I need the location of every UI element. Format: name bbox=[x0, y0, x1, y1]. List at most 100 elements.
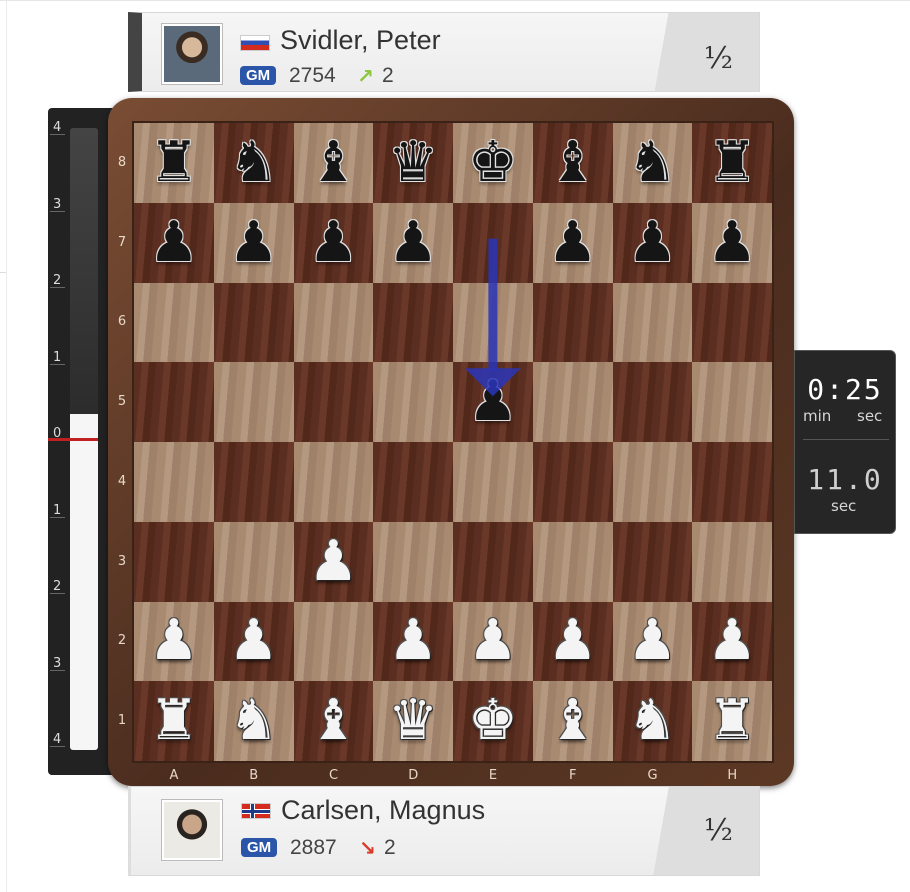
square-c4[interactable] bbox=[293, 442, 374, 522]
evaluation-scale-label: 3 bbox=[53, 196, 62, 212]
white-bishop-c1[interactable]: ♝ bbox=[294, 681, 374, 761]
square-d6[interactable] bbox=[373, 282, 453, 363]
file-label: E bbox=[488, 768, 498, 783]
black-pawn-c7[interactable]: ♟ bbox=[294, 203, 374, 283]
square-d4[interactable] bbox=[373, 442, 453, 522]
white-knight-b1[interactable]: ♞ bbox=[214, 681, 294, 761]
square-f3[interactable] bbox=[532, 521, 613, 602]
square-b5[interactable] bbox=[213, 362, 294, 442]
square-h6[interactable] bbox=[692, 282, 772, 363]
square-e6[interactable] bbox=[453, 282, 533, 363]
square-a6[interactable] bbox=[134, 282, 214, 363]
black-pawn-e5[interactable]: ♟ bbox=[453, 362, 533, 442]
evaluation-scale-label: 1 bbox=[53, 502, 62, 518]
black-pawn-d7[interactable]: ♟ bbox=[373, 203, 453, 283]
rating-down-arrow-icon: ↘ bbox=[359, 836, 376, 860]
rating-up-arrow-icon: ↗ bbox=[357, 64, 374, 88]
black-rook-h8[interactable]: ♜ bbox=[692, 123, 772, 203]
clock-main-time: 0:25 bbox=[807, 373, 883, 406]
game-clock: 0:25 min sec 11.0 sec bbox=[794, 350, 896, 534]
white-knight-g1[interactable]: ♞ bbox=[613, 681, 693, 761]
evaluation-white-fill bbox=[70, 414, 98, 750]
white-bishop-f1[interactable]: ♝ bbox=[533, 681, 613, 761]
bottom-player-title-badge: GM bbox=[241, 838, 278, 857]
white-rook-h1[interactable]: ♜ bbox=[692, 681, 772, 761]
black-pawn-b7[interactable]: ♟ bbox=[214, 203, 294, 283]
square-g4[interactable] bbox=[612, 442, 693, 522]
square-f4[interactable] bbox=[532, 442, 613, 522]
black-rook-a8[interactable]: ♜ bbox=[134, 123, 214, 203]
square-c6[interactable] bbox=[293, 282, 374, 363]
white-pawn-a2[interactable]: ♟ bbox=[134, 602, 214, 682]
black-queen-d8[interactable]: ♛ bbox=[373, 123, 453, 203]
black-bishop-c8[interactable]: ♝ bbox=[294, 123, 374, 203]
rank-label: 4 bbox=[117, 473, 127, 489]
square-d5[interactable] bbox=[373, 362, 453, 442]
white-pawn-g2[interactable]: ♟ bbox=[613, 602, 693, 682]
square-g6[interactable] bbox=[612, 282, 693, 363]
white-rook-a1[interactable]: ♜ bbox=[134, 681, 214, 761]
square-e7[interactable] bbox=[453, 202, 533, 283]
white-king-e1[interactable]: ♚ bbox=[453, 681, 533, 761]
square-b4[interactable] bbox=[213, 442, 294, 522]
black-knight-b8[interactable]: ♞ bbox=[214, 123, 294, 203]
white-pawn-c3[interactable]: ♟ bbox=[294, 522, 374, 602]
white-pawn-h2[interactable]: ♟ bbox=[692, 602, 772, 682]
russia-flag-icon bbox=[240, 35, 270, 51]
black-pawn-f7[interactable]: ♟ bbox=[533, 203, 613, 283]
square-d3[interactable] bbox=[373, 521, 453, 602]
square-a4[interactable] bbox=[134, 442, 214, 522]
square-g5[interactable] bbox=[612, 362, 693, 442]
square-c5[interactable] bbox=[293, 362, 374, 442]
svidler-avatar[interactable] bbox=[161, 23, 223, 85]
chess-board-frame: 87654321ABCDEFGH ♜ ♞ ♝ ♛ ♚ ♝ ♞ ♜ ♟ ♟ ♟ ♟ ♟ ♟ ♟ ♟ ♟ ♟ ♟ ♟ ♟ ♟ ♟… bbox=[108, 98, 794, 786]
evaluation-scale-tick bbox=[50, 593, 65, 594]
black-pawn-a7[interactable]: ♟ bbox=[134, 203, 214, 283]
carlsen-avatar[interactable] bbox=[161, 799, 223, 861]
square-f5[interactable] bbox=[532, 362, 613, 442]
white-pawn-d2[interactable]: ♟ bbox=[373, 602, 453, 682]
rank-label: 7 bbox=[117, 234, 127, 250]
square-f6[interactable] bbox=[532, 282, 613, 363]
left-divider bbox=[6, 0, 7, 892]
square-a5[interactable] bbox=[134, 362, 214, 442]
file-label: B bbox=[249, 768, 259, 783]
evaluation-black-fill bbox=[70, 128, 98, 415]
evaluation-scale-tick bbox=[50, 516, 65, 518]
clock-unit-min: min bbox=[803, 407, 832, 425]
evaluation-scale-tick bbox=[50, 134, 65, 135]
square-e3[interactable] bbox=[453, 521, 533, 602]
evaluation-scale-tick bbox=[50, 210, 65, 212]
black-pawn-g7[interactable]: ♟ bbox=[613, 203, 693, 283]
square-h5[interactable] bbox=[692, 362, 772, 442]
black-bishop-f8[interactable]: ♝ bbox=[533, 123, 613, 203]
black-pawn-h7[interactable]: ♟ bbox=[692, 203, 772, 283]
white-pawn-e2[interactable]: ♟ bbox=[453, 602, 533, 682]
square-b6[interactable] bbox=[213, 282, 294, 363]
clock-unit-sec: sec bbox=[857, 407, 883, 425]
black-king-e8[interactable]: ♚ bbox=[453, 123, 533, 203]
file-label: D bbox=[408, 768, 419, 783]
top-player-name[interactable]: Svidler, Peter bbox=[280, 25, 441, 56]
clock-divider bbox=[803, 439, 889, 440]
chess-board[interactable]: 87654321ABCDEFGH ♜ ♞ ♝ ♛ ♚ ♝ ♞ ♜ ♟ ♟ ♟ ♟ ♟ ♟ ♟ ♟ ♟ ♟ ♟ ♟ ♟ ♟ ♟… bbox=[118, 121, 774, 783]
square-a3[interactable] bbox=[134, 521, 214, 602]
square-h3[interactable] bbox=[692, 521, 772, 602]
bottom-player-rating-delta: 2 bbox=[384, 836, 396, 859]
white-pawn-f2[interactable]: ♟ bbox=[533, 602, 613, 682]
square-e4[interactable] bbox=[453, 442, 533, 522]
evaluation-scale-label: 3 bbox=[53, 655, 62, 671]
evaluation-scale-tick bbox=[50, 746, 65, 747]
square-g3[interactable] bbox=[612, 521, 693, 602]
evaluation-scale-tick bbox=[50, 287, 65, 288]
white-pawn-b2[interactable]: ♟ bbox=[214, 602, 294, 682]
square-c2[interactable] bbox=[293, 601, 374, 682]
top-player-rating-delta: 2 bbox=[382, 64, 394, 87]
square-b3[interactable] bbox=[213, 521, 294, 602]
rank-label: 8 bbox=[117, 154, 127, 170]
square-h4[interactable] bbox=[692, 442, 772, 522]
white-queen-d1[interactable]: ♛ bbox=[373, 681, 453, 761]
black-knight-g8[interactable]: ♞ bbox=[613, 123, 693, 203]
top-player-score: ½ bbox=[703, 41, 733, 76]
bottom-player-name[interactable]: Carlsen, Magnus bbox=[281, 795, 485, 826]
